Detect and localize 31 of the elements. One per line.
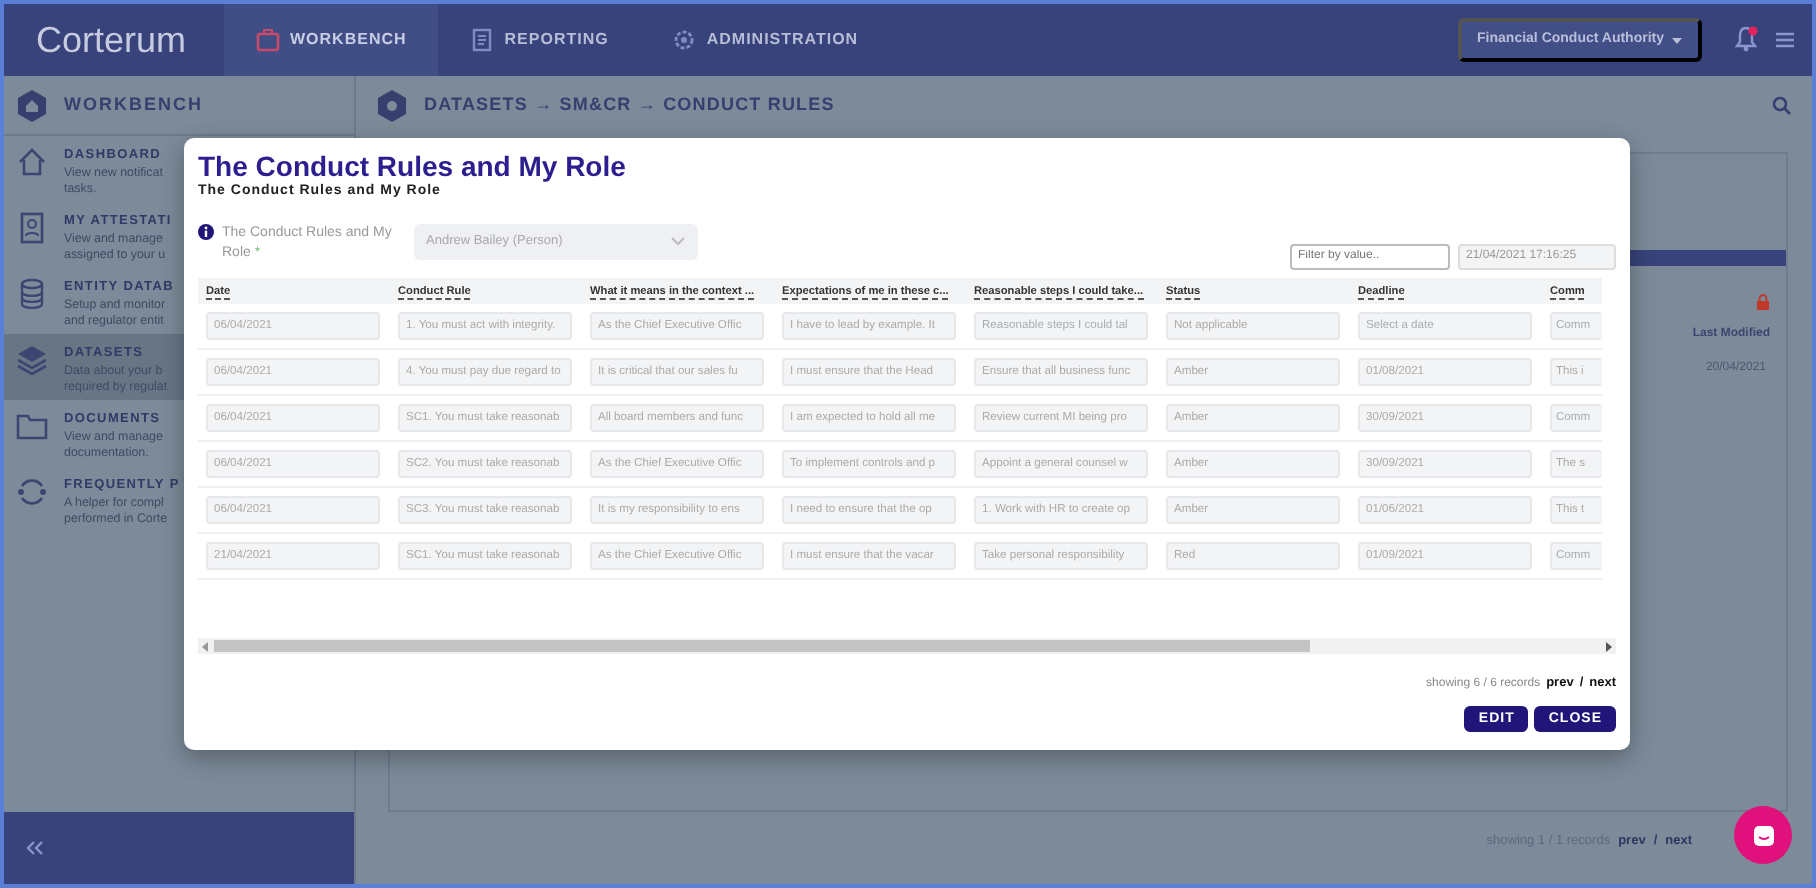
nav-tab[interactable]: WORKBENCH (224, 4, 439, 76)
menu-icon[interactable] (1774, 29, 1796, 50)
briefcase-icon (256, 28, 280, 52)
home-icon (16, 146, 48, 178)
hexagon-icon (376, 90, 408, 122)
folder-icon (16, 410, 48, 442)
cycle-icon (16, 476, 48, 508)
sidebar-title: WORKBENCH (64, 91, 203, 118)
right-arrow-icon (1604, 641, 1612, 652)
logo: Corterum (34, 17, 189, 63)
id-badge-icon (16, 212, 48, 244)
lock-icon (1756, 294, 1770, 310)
horizontal-scrollbar[interactable] (198, 638, 1616, 655)
breadcrumb: DATASETS → SM&CR → CONDUCT RULES (424, 92, 835, 119)
chevron-down-icon (670, 235, 686, 248)
chat-icon (1751, 823, 1775, 847)
database-icon (16, 278, 48, 310)
double-chevron-icon[interactable] (24, 840, 44, 856)
chat-button[interactable] (1734, 806, 1792, 864)
nav-tab[interactable]: REPORTING (438, 4, 641, 76)
modal-title: The Conduct Rules and My Role (198, 152, 628, 183)
info-icon (198, 223, 214, 240)
hexagon-icon (16, 89, 48, 121)
nav-tab[interactable]: ADMINISTRATION (640, 4, 891, 76)
gear-icon (672, 28, 697, 52)
bell-icon[interactable] (1734, 26, 1758, 53)
document-icon (470, 28, 495, 52)
search-icon[interactable] (1772, 96, 1792, 116)
layers-icon (16, 344, 48, 376)
left-arrow-icon (202, 641, 210, 652)
caret-down-icon (1672, 37, 1682, 43)
